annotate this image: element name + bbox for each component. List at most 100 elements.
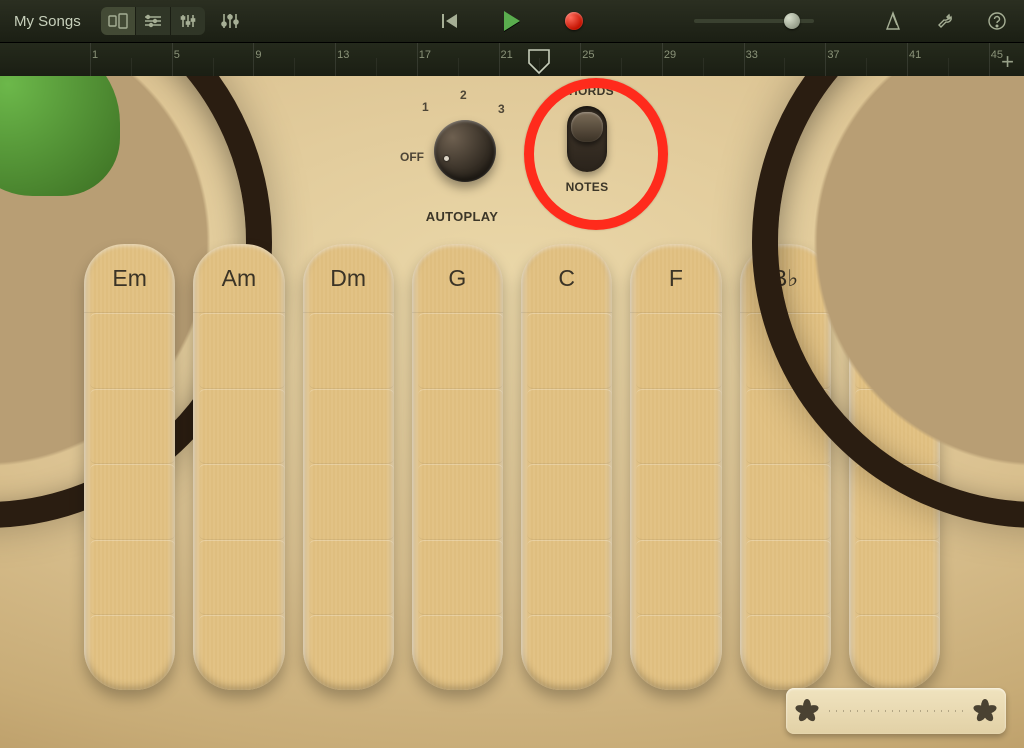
fx-button[interactable] (215, 6, 245, 36)
metronome-button[interactable] (878, 6, 908, 36)
view-tracks-button[interactable] (135, 7, 170, 35)
wrench-icon (935, 11, 955, 31)
chords-notes-switch[interactable] (567, 106, 607, 172)
mixer-view-icon (179, 13, 197, 29)
chord-strip-segment[interactable] (636, 464, 721, 540)
autoplay-control: OFF 1 2 3 AUTOPLAY (392, 80, 532, 240)
chord-strip-segment[interactable] (746, 313, 831, 389)
chord-strip-segment[interactable] (746, 389, 831, 465)
chord-strip-segment[interactable] (90, 313, 175, 389)
record-button[interactable] (559, 6, 589, 36)
chord-label: Em (84, 244, 175, 313)
chord-strip-segment[interactable] (199, 389, 284, 465)
chord-strip-segment[interactable] (527, 313, 612, 389)
chord-strip[interactable]: Bdim (849, 244, 940, 690)
chord-strip-segment[interactable] (309, 615, 394, 690)
chord-strip-segment[interactable] (855, 464, 940, 540)
chord-strip[interactable]: Am (193, 244, 284, 690)
toolbar-right (874, 0, 1016, 42)
play-button[interactable] (497, 6, 527, 36)
my-songs-button[interactable]: My Songs (0, 13, 95, 30)
ruler-label: 25 (582, 49, 594, 61)
chord-strip-segment[interactable] (90, 389, 175, 465)
chord-strip-segment[interactable] (199, 615, 284, 690)
chord-label: Bdim (849, 244, 940, 313)
chord-strip-segment[interactable] (527, 464, 612, 540)
ruler-label: 21 (501, 49, 513, 61)
chord-strip-segment[interactable] (418, 615, 503, 690)
sound-picker-chip[interactable] (786, 688, 1006, 734)
chord-strip-segment[interactable] (855, 313, 940, 389)
chord-strips: Em Am Dm GCF B♭ Bdim (84, 244, 940, 690)
chord-strip-segment[interactable] (636, 615, 721, 690)
chord-strip[interactable]: F (630, 244, 721, 690)
settings-button[interactable] (930, 6, 960, 36)
chord-strip-segment[interactable] (855, 389, 940, 465)
chord-strip-segment[interactable] (418, 464, 503, 540)
chord-strip[interactable]: B♭ (740, 244, 831, 690)
chord-strip-segment[interactable] (636, 540, 721, 616)
chord-strip[interactable]: Em (84, 244, 175, 690)
soundhole-rosette-right-icon (974, 700, 996, 722)
chord-strip-segment[interactable] (199, 540, 284, 616)
chords-notes-switch-group: CHORDS NOTES (542, 84, 632, 194)
app-root: My Songs (0, 0, 1024, 748)
instrument-controls: OFF 1 2 3 AUTOPLAY CHORDS NOTES (352, 80, 672, 240)
go-to-start-button[interactable] (435, 6, 465, 36)
ruler-label: 9 (255, 49, 261, 61)
chord-strip-segment[interactable] (527, 615, 612, 690)
transport-controls (431, 0, 593, 42)
ruler-label: 41 (909, 49, 921, 61)
chord-label: G (412, 244, 503, 313)
chord-strip-segment[interactable] (309, 389, 394, 465)
autoplay-knob[interactable] (434, 120, 496, 182)
add-section-button[interactable]: + (1001, 49, 1014, 75)
chord-strip[interactable]: G (412, 244, 503, 690)
chord-strip-segment[interactable] (309, 464, 394, 540)
chord-strip-segment[interactable] (199, 464, 284, 540)
switch-top-label: CHORDS (542, 84, 632, 98)
ruler-label: 17 (419, 49, 431, 61)
chord-strip-segment[interactable] (418, 389, 503, 465)
master-volume-slider[interactable] (694, 0, 814, 42)
chord-strip-segment[interactable] (746, 615, 831, 690)
skip-back-icon (441, 13, 459, 29)
chord-strip[interactable]: C (521, 244, 612, 690)
ruler-label: 37 (827, 49, 839, 61)
chord-strip-segment[interactable] (418, 540, 503, 616)
chord-strip-segment[interactable] (90, 464, 175, 540)
switch-bottom-label: NOTES (542, 180, 632, 194)
ruler-label: 1 (92, 49, 98, 61)
view-mixer-button[interactable] (170, 7, 205, 35)
chord-strip-segment[interactable] (527, 540, 612, 616)
chord-strip-segment[interactable] (90, 615, 175, 690)
chord-strip-segment[interactable] (90, 540, 175, 616)
chord-strip-segment[interactable] (636, 389, 721, 465)
autoplay-label: AUTOPLAY (392, 209, 532, 224)
sliders-icon (220, 12, 240, 30)
chord-strip-segment[interactable] (309, 540, 394, 616)
chord-strip-segment[interactable] (746, 540, 831, 616)
switch-rocker (571, 112, 603, 142)
help-button[interactable] (982, 6, 1012, 36)
chord-strip-segment[interactable] (636, 313, 721, 389)
chord-strip-segment[interactable] (418, 313, 503, 389)
chord-strip-segment[interactable] (855, 540, 940, 616)
timeline-ruler[interactable]: + 159131721252933374145 (0, 42, 1024, 78)
chord-strip-segment[interactable] (309, 313, 394, 389)
view-mode-segment (101, 7, 205, 35)
chord-strip[interactable]: Dm (303, 244, 394, 690)
chord-label: B♭ (740, 244, 831, 313)
autoplay-pos-3: 3 (498, 102, 505, 116)
chord-label: Dm (303, 244, 394, 313)
chord-strip-segment[interactable] (527, 389, 612, 465)
view-instrument-button[interactable] (101, 7, 135, 35)
play-icon (504, 11, 520, 31)
help-icon (987, 11, 1007, 31)
chord-strip-segment[interactable] (746, 464, 831, 540)
chord-strip-segment[interactable] (855, 615, 940, 690)
top-toolbar: My Songs (0, 0, 1024, 42)
metronome-icon (883, 11, 903, 31)
chord-strip-segment[interactable] (199, 313, 284, 389)
volume-thumb[interactable] (784, 13, 800, 29)
